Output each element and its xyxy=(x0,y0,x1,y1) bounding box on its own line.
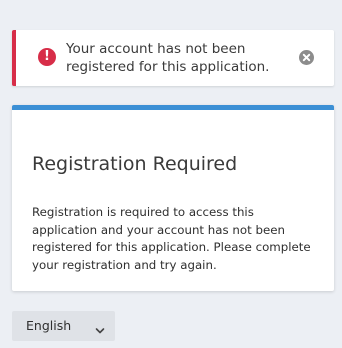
alert-message: Your account has not been registered for… xyxy=(66,41,270,75)
language-select[interactable]: English xyxy=(12,311,115,341)
exclamation-circle-icon: ! xyxy=(38,48,56,66)
card-body-text: Registration is required to access this … xyxy=(32,205,311,272)
chevron-down-icon xyxy=(95,321,105,340)
language-selected-label: English xyxy=(26,318,72,333)
close-icon[interactable] xyxy=(299,50,314,65)
registration-card: Registration Required Registration is re… xyxy=(12,105,334,291)
error-alert: ! Your account has not been registered f… xyxy=(12,30,334,86)
card-title: Registration Required xyxy=(32,153,238,175)
